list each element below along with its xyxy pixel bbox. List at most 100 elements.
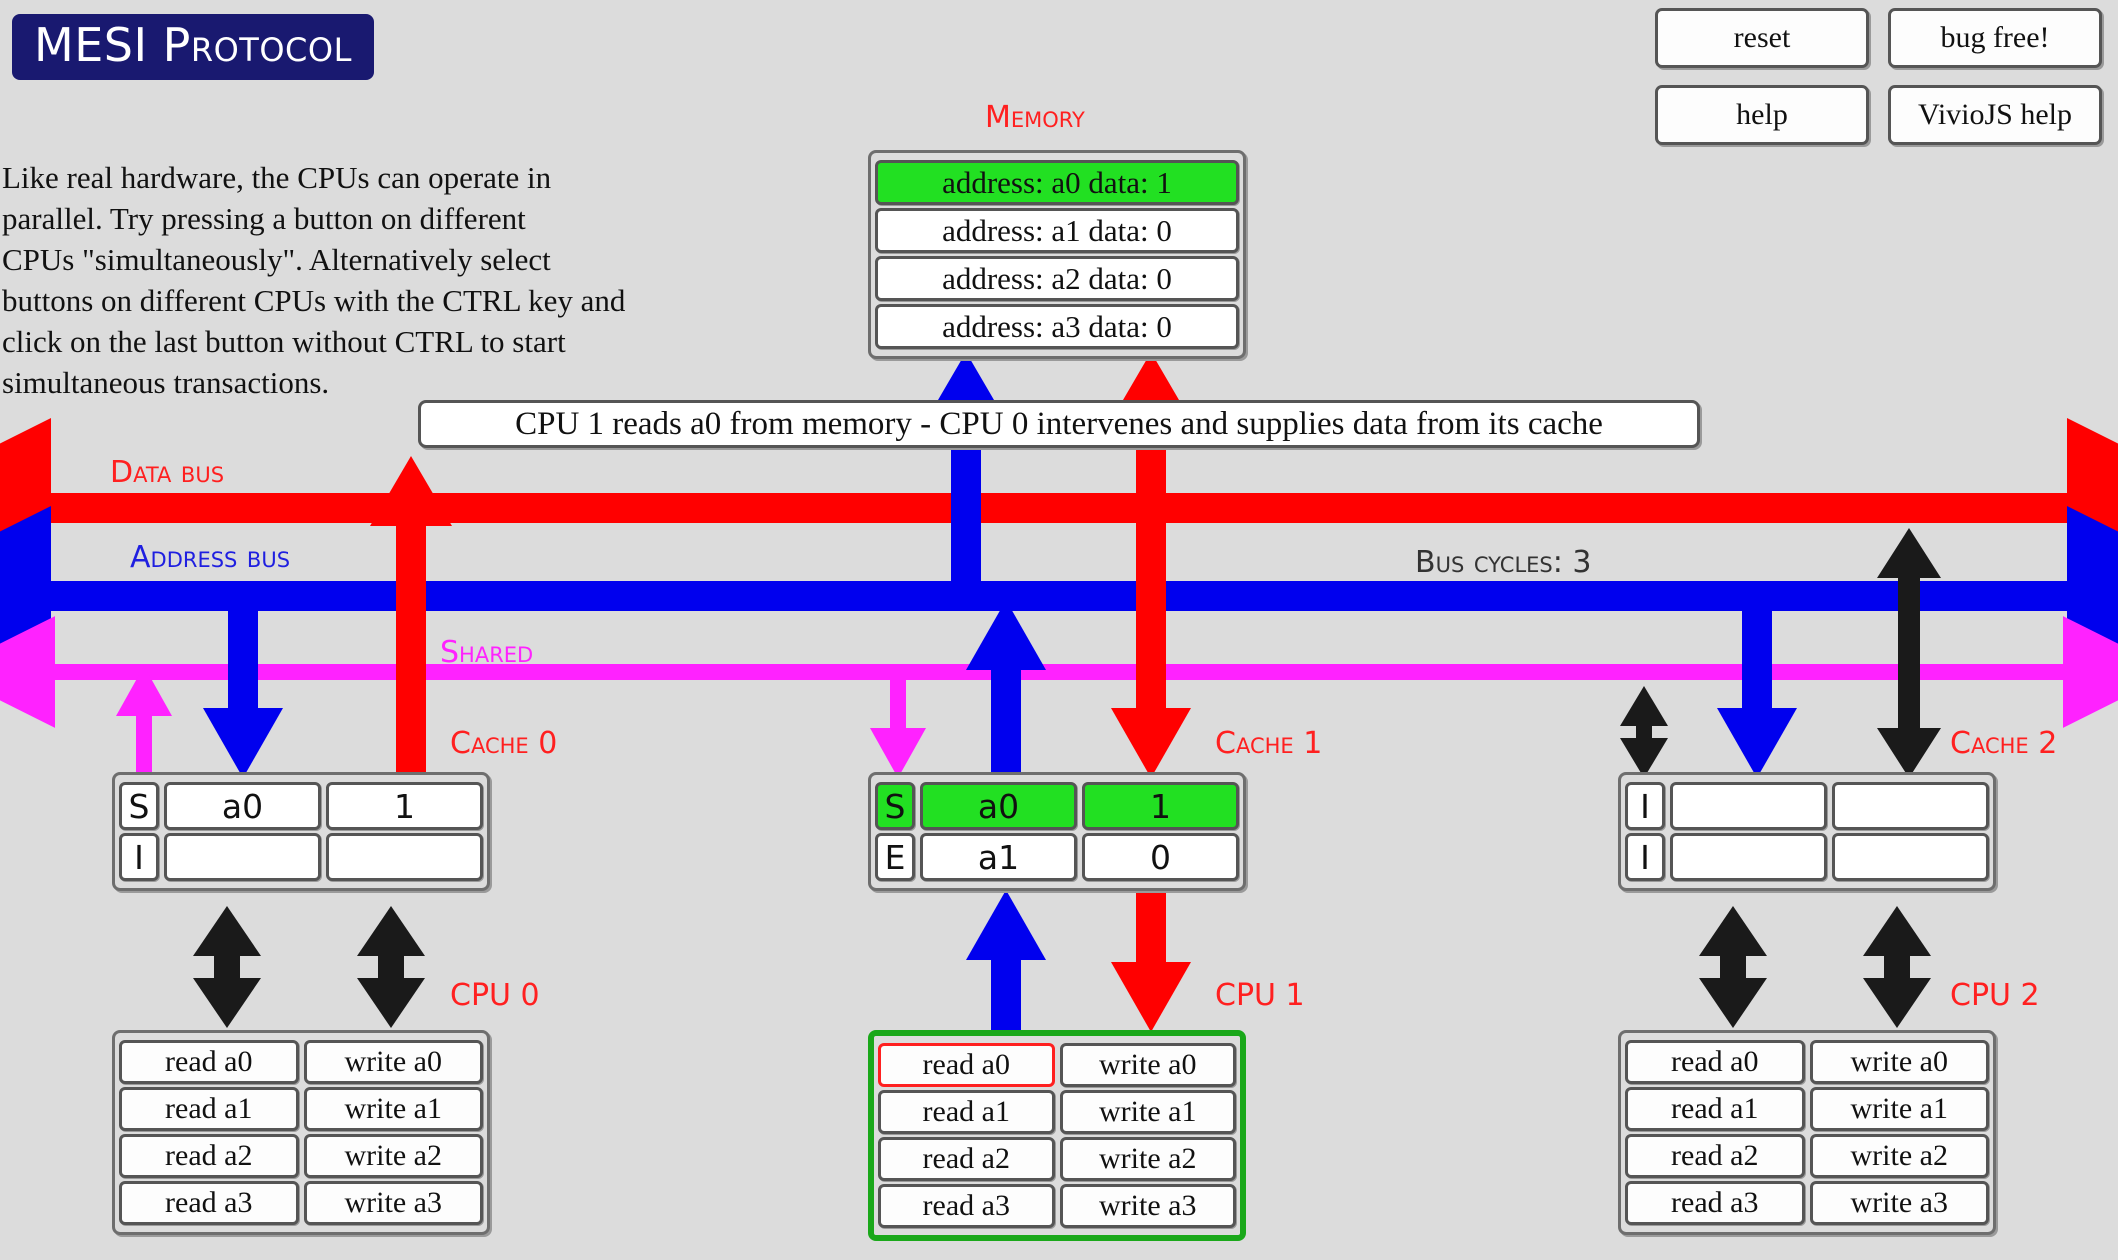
- cpu-button-row: read a0 write a0: [1625, 1040, 1989, 1084]
- cpu0-right-connector-idle: [357, 906, 425, 1028]
- cpu-button-row: read a1 write a1: [878, 1090, 1236, 1134]
- cpu0-write-a1-button[interactable]: write a1: [303, 1087, 483, 1131]
- cache-row: S a0 1: [875, 782, 1239, 830]
- cache-value-cell: 0: [1082, 833, 1239, 881]
- cpu-button-row: read a3 write a3: [119, 1181, 483, 1225]
- memory-address-connector: [931, 352, 1001, 596]
- cache-row: I: [1625, 833, 1989, 881]
- cache-value-cell: [1832, 833, 1989, 881]
- cpu1-read-connector: [966, 890, 1046, 1032]
- cpu0-write-a2-button[interactable]: write a2: [303, 1134, 483, 1178]
- cache-value-cell: 1: [326, 782, 483, 830]
- cache1-address-connector: [966, 600, 1046, 780]
- memory-block: address: a0 data: 1 address: a1 data: 0 …: [868, 150, 1246, 359]
- cpu1-read-a0-button[interactable]: read a0: [878, 1043, 1055, 1087]
- cache-2-label: Cache 2: [1950, 726, 2058, 761]
- cache-1-label: Cache 1: [1215, 726, 1323, 761]
- cpu1-data-connector: [1111, 890, 1191, 1032]
- cache-1-block: S a0 1 E a1 0: [868, 772, 1246, 891]
- cpu-button-row: read a1 write a1: [1625, 1087, 1989, 1131]
- memory-row: address: a0 data: 1: [875, 160, 1239, 205]
- cache-0-block: S a0 1 I: [112, 772, 490, 891]
- cache-state-cell: I: [119, 833, 159, 881]
- cpu2-right-connector-idle: [1863, 906, 1931, 1028]
- cache-state-cell: I: [1625, 833, 1665, 881]
- cpu0-write-a0-button[interactable]: write a0: [303, 1040, 483, 1084]
- page-title: MESI Protocol: [12, 14, 374, 80]
- help-button[interactable]: help: [1655, 85, 1869, 145]
- bug-free-button[interactable]: bug free!: [1888, 8, 2102, 68]
- cpu0-read-a3-button[interactable]: read a3: [119, 1181, 299, 1225]
- cpu-button-row: read a2 write a2: [878, 1137, 1236, 1181]
- cpu0-read-a1-button[interactable]: read a1: [119, 1087, 299, 1131]
- cpu1-write-a1-button[interactable]: write a1: [1059, 1090, 1236, 1134]
- cpu2-read-a3-button[interactable]: read a3: [1625, 1181, 1805, 1225]
- cpu-button-row: read a2 write a2: [119, 1134, 483, 1178]
- cache1-shared-connector: [870, 672, 926, 778]
- cache1-data-connector: [1111, 508, 1191, 778]
- memory-row: address: a3 data: 0: [875, 304, 1239, 349]
- cpu-1-label: CPU 1: [1215, 978, 1305, 1013]
- cpu0-read-a2-button[interactable]: read a2: [119, 1134, 299, 1178]
- memory-row: address: a1 data: 0: [875, 208, 1239, 253]
- reset-button[interactable]: reset: [1655, 8, 1869, 68]
- cache-tag-cell: [164, 833, 321, 881]
- viviojs-help-button[interactable]: VivioJS help: [1888, 85, 2102, 145]
- cpu2-write-a1-button[interactable]: write a1: [1809, 1087, 1989, 1131]
- cpu-0-label: CPU 0: [450, 978, 540, 1013]
- cpu2-read-a2-button[interactable]: read a2: [1625, 1134, 1805, 1178]
- cache-value-cell: [326, 833, 483, 881]
- cache-value-cell: 1: [1082, 782, 1239, 830]
- cpu-button-row: read a2 write a2: [1625, 1134, 1989, 1178]
- cpu2-read-a1-button[interactable]: read a1: [1625, 1087, 1805, 1131]
- cache2-shared-connector-idle: [1620, 686, 1668, 778]
- cache-value-cell: [1832, 782, 1989, 830]
- cache-row: I: [1625, 782, 1989, 830]
- cpu2-write-a0-button[interactable]: write a0: [1809, 1040, 1989, 1084]
- cpu1-write-a2-button[interactable]: write a2: [1059, 1137, 1236, 1181]
- cpu1-read-a1-button[interactable]: read a1: [878, 1090, 1055, 1134]
- intro-description: Like real hardware, the CPUs can operate…: [2, 160, 626, 400]
- cpu-button-row: read a3 write a3: [878, 1184, 1236, 1228]
- cache-0-label: Cache 0: [450, 726, 558, 761]
- cache-tag-cell: a0: [920, 782, 1077, 830]
- cpu1-write-a3-button[interactable]: write a3: [1059, 1184, 1236, 1228]
- cache-row: S a0 1: [119, 782, 483, 830]
- memory-row: address: a2 data: 0: [875, 256, 1239, 301]
- cpu-1-panel: read a0 write a0 read a1 write a1 read a…: [868, 1030, 1246, 1241]
- cpu-2-panel: read a0 write a0 read a1 write a1 read a…: [1618, 1030, 1996, 1235]
- status-message: CPU 1 reads a0 from memory - CPU 0 inter…: [418, 400, 1700, 448]
- cache2-address-connector: [1717, 596, 1797, 778]
- cpu-0-panel: read a0 write a0 read a1 write a1 read a…: [112, 1030, 490, 1235]
- cache2-data-connector-idle: [1877, 528, 1941, 778]
- cache0-address-connector: [203, 596, 283, 778]
- cpu0-write-a3-button[interactable]: write a3: [303, 1181, 483, 1225]
- cpu0-left-connector-idle: [193, 906, 261, 1028]
- cpu2-write-a3-button[interactable]: write a3: [1809, 1181, 1989, 1225]
- cache0-data-connector: [370, 456, 452, 776]
- cache-tag-cell: a1: [920, 833, 1077, 881]
- cache-row: E a1 0: [875, 833, 1239, 881]
- cpu-button-row: read a0 write a0: [878, 1043, 1236, 1087]
- cpu-2-label: CPU 2: [1950, 978, 2040, 1013]
- cpu2-left-connector-idle: [1699, 906, 1767, 1028]
- cpu-button-row: read a0 write a0: [119, 1040, 483, 1084]
- cache-state-cell: E: [875, 833, 915, 881]
- cache-state-cell: S: [119, 782, 159, 830]
- cache-state-cell: S: [875, 782, 915, 830]
- data-bus-label: Data bus: [110, 455, 225, 490]
- cache-tag-cell: [1670, 833, 1827, 881]
- cpu1-read-a2-button[interactable]: read a2: [878, 1137, 1055, 1181]
- cpu1-write-a0-button[interactable]: write a0: [1059, 1043, 1236, 1087]
- cache-tag-cell: a0: [164, 782, 321, 830]
- cpu1-read-a3-button[interactable]: read a3: [878, 1184, 1055, 1228]
- cpu2-read-a0-button[interactable]: read a0: [1625, 1040, 1805, 1084]
- cache-state-cell: I: [1625, 782, 1665, 830]
- memory-label: Memory: [985, 100, 1085, 135]
- cache-tag-cell: [1670, 782, 1827, 830]
- cpu0-read-a0-button[interactable]: read a0: [119, 1040, 299, 1084]
- cpu-button-row: read a1 write a1: [119, 1087, 483, 1131]
- bus-cycles-counter: Bus cycles: 3: [1415, 545, 1592, 580]
- cpu2-write-a2-button[interactable]: write a2: [1809, 1134, 1989, 1178]
- cpu-button-row: read a3 write a3: [1625, 1181, 1989, 1225]
